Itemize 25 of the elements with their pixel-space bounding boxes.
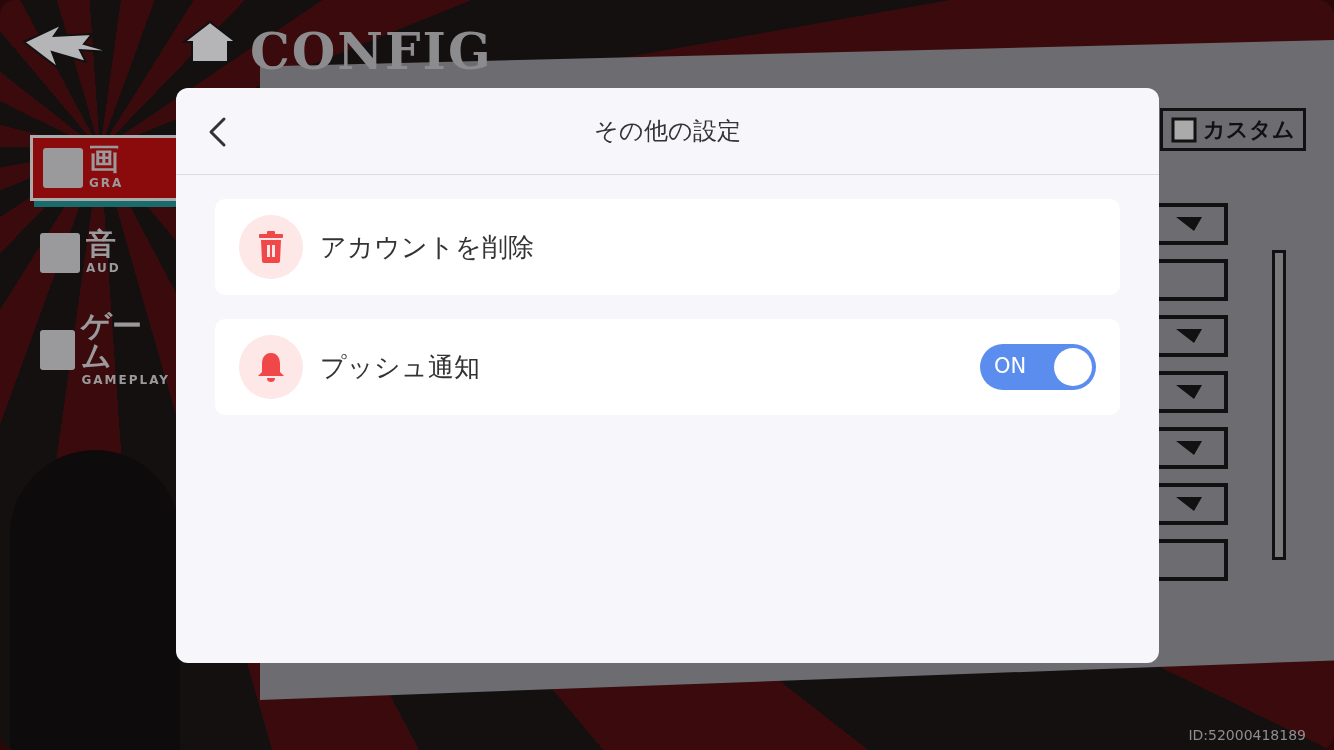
custom-tab[interactable]: カスタム xyxy=(1160,108,1306,151)
menu-tab-label: 画 xyxy=(89,144,120,174)
caret-icon xyxy=(1176,329,1202,343)
menu-tab-sublabel: AUD xyxy=(86,260,121,277)
menu-tab-label: 音 xyxy=(86,229,117,259)
menu-tab-icon xyxy=(40,330,76,370)
setting-label: プッシュ通知 xyxy=(320,350,480,384)
menu-tab-icon xyxy=(43,148,83,188)
menu-tab[interactable]: ゲーム GAMEPLAY xyxy=(30,305,180,395)
menu-tab-icon xyxy=(40,233,80,273)
menu-tab-sublabel: GRA xyxy=(89,175,124,192)
toggle-switch[interactable]: ON xyxy=(980,344,1096,390)
setting-label: アカウントを削除 xyxy=(320,230,534,264)
dialog-title: その他の設定 xyxy=(594,116,741,147)
menu-tab-sublabel: GAMEPLAY xyxy=(81,372,170,389)
menu-tab-label: ゲーム xyxy=(81,311,144,371)
caret-icon xyxy=(1176,217,1202,231)
caret-icon xyxy=(1176,385,1202,399)
caret-icon xyxy=(1176,497,1202,511)
screen-title: CONFIG xyxy=(250,21,493,83)
setting-row[interactable]: アカウントを削除 xyxy=(215,199,1120,295)
caret-icon xyxy=(1176,441,1202,455)
player-id: ID:52000418189 xyxy=(1188,726,1306,745)
menu-tab[interactable]: 音 AUD xyxy=(30,223,180,283)
custom-tab-label: カスタム xyxy=(1203,116,1295,144)
